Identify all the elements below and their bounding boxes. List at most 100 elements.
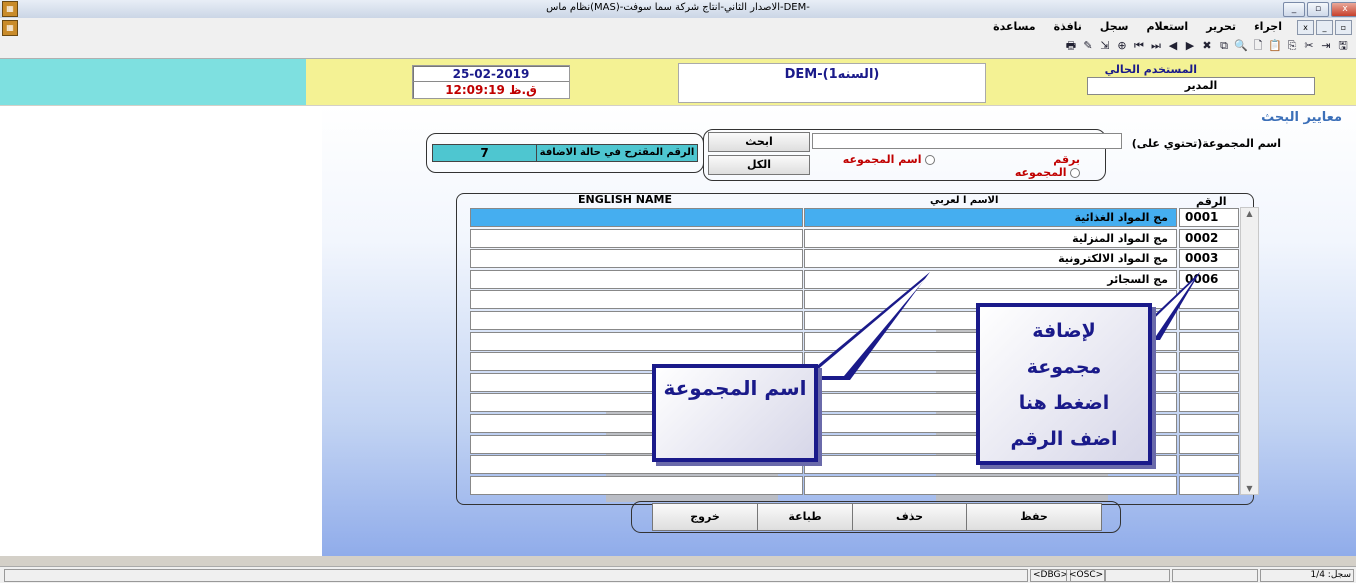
mdi-restore-button[interactable]: ▫	[1335, 20, 1352, 35]
last-icon[interactable]: ⏭	[1149, 39, 1163, 53]
cell-arabic[interactable]: مج المواد المنزلية	[804, 229, 1177, 248]
search-button[interactable]: ابحث	[708, 132, 810, 152]
time-value: 12:09:19 ق.ظ	[445, 83, 537, 97]
exit-button[interactable]: خروج	[652, 503, 758, 531]
callout-line-1: لإضافة	[1032, 320, 1096, 342]
cell-english[interactable]	[470, 311, 803, 330]
scroll-down-icon[interactable]: ▼	[1241, 484, 1258, 493]
cell-number[interactable]: 0001	[1179, 208, 1239, 227]
menu-query[interactable]: استعلام	[1144, 20, 1190, 33]
callout-add-group: لإضافة مجموعة اضغط هنا اضف الرقم	[976, 303, 1152, 465]
exit-icon[interactable]: ⇥	[1319, 39, 1333, 53]
callout-line-2: مجموعة	[1026, 356, 1102, 378]
duplicate-icon[interactable]: ⧉	[1217, 39, 1231, 53]
radio-by-number[interactable]: برقم المجموعه	[1000, 153, 1080, 179]
left-blank-area	[0, 106, 322, 556]
cell-number[interactable]	[1179, 373, 1239, 392]
status-field	[1104, 569, 1170, 582]
cell-english[interactable]	[470, 332, 803, 351]
group-name-input[interactable]	[812, 133, 1122, 149]
group-name-label: اسم المجموعة(تحتوي على)	[1131, 137, 1281, 150]
cell-number[interactable]	[1179, 476, 1239, 495]
menu-edit[interactable]: تحرير	[1204, 20, 1238, 33]
paste-icon[interactable]: 📋	[1268, 39, 1282, 53]
export-icon[interactable]: ⇲	[1098, 39, 1112, 53]
cell-number[interactable]	[1179, 393, 1239, 412]
menu-action[interactable]: اجراء	[1252, 20, 1284, 33]
status-record: سجل: 1/4	[1260, 569, 1354, 582]
cell-english[interactable]	[470, 249, 803, 268]
toolbar: 🖫 ⇥ ✂ ⎘ 📋 🗋 🔍 ⧉ ✖ ▶ ◀ ⏭ ⏮ ⊕ ⇲ ✎ 🖶	[0, 36, 1356, 59]
table-row[interactable]: مج المواد الالكترونية 0003	[470, 249, 1239, 269]
mdi-minimize-button[interactable]: _	[1316, 20, 1333, 35]
mdi-close-button[interactable]: x	[1297, 20, 1314, 35]
menu-help[interactable]: مساعدة	[991, 20, 1038, 33]
new-icon[interactable]: 🗋	[1251, 39, 1265, 53]
status-dbg: <DBG>	[1030, 569, 1072, 582]
status-bar: <DBG> <OSC> سجل: 1/4	[0, 566, 1356, 583]
current-user-label: المستخدم الحالي	[1104, 63, 1197, 76]
save-icon[interactable]: 🖫	[1336, 39, 1350, 53]
query-icon[interactable]: 🔍	[1234, 39, 1248, 53]
cell-number[interactable]	[1179, 435, 1239, 454]
save-button[interactable]: حفظ	[966, 503, 1102, 531]
header-strip: 25-02-2019 12:09:19 ق.ظ DEM-(السنه1) الم…	[0, 59, 1356, 105]
prev-icon[interactable]: ◀	[1166, 39, 1180, 53]
company-box: DEM-(السنه1)	[678, 63, 986, 103]
next-icon[interactable]: ▶	[1183, 39, 1197, 53]
status-message	[4, 569, 1028, 582]
cell-english[interactable]	[470, 476, 803, 495]
suggested-number-value: 7	[432, 144, 537, 162]
cell-english[interactable]	[470, 270, 803, 289]
company-name: DEM-(السنه1)	[784, 67, 880, 82]
print-button[interactable]: طباعة	[757, 503, 853, 531]
cell-arabic[interactable]: مج المواد الالكترونية	[804, 249, 1177, 268]
all-button[interactable]: الكل	[708, 155, 810, 175]
column-header-arabic: الاسم ا لعربي	[930, 195, 999, 206]
callout-line-4: اضف الرقم	[1010, 428, 1118, 450]
radio-by-name-label: اسم المجموعه	[842, 153, 922, 166]
suggested-number-label: الرقم المقترح في حالة الاضافة	[536, 144, 698, 162]
copy-icon[interactable]: ⎘	[1285, 39, 1299, 53]
table-row[interactable]: مج المواد المنزلية 0002	[470, 229, 1239, 249]
delete-icon[interactable]: ✖	[1200, 39, 1214, 53]
cell-number[interactable]	[1179, 455, 1239, 474]
column-header-number: الرقم	[1196, 195, 1227, 208]
menu-bar: ▦ اجراء تحرير استعلام سجل نافذة مساعدة x…	[0, 18, 1356, 36]
cell-english[interactable]	[470, 208, 803, 227]
maximize-button[interactable]: ▫	[1307, 2, 1329, 17]
cell-number[interactable]: 0003	[1179, 249, 1239, 268]
radio-by-name[interactable]: اسم المجموعه	[840, 153, 935, 166]
mdi-controls: x _ ▫	[1297, 20, 1352, 35]
cell-arabic[interactable]: مج المواد الغذائية	[804, 208, 1177, 227]
close-button[interactable]: x	[1331, 2, 1356, 17]
first-icon[interactable]: ⏮	[1132, 39, 1146, 53]
table-row[interactable]: مج المواد الغذائية 0001	[470, 208, 1239, 228]
current-user-value: المدير	[1087, 77, 1315, 95]
cell-english[interactable]	[470, 229, 803, 248]
cell-number[interactable]	[1179, 414, 1239, 433]
delete-button[interactable]: حذف	[852, 503, 967, 531]
menu-window[interactable]: نافذة	[1052, 20, 1084, 33]
datetime-box: 25-02-2019 12:09:19 ق.ظ	[412, 65, 570, 99]
scroll-up-icon[interactable]: ▲	[1241, 209, 1258, 218]
cut-icon[interactable]: ✂	[1302, 39, 1316, 53]
cell-arabic[interactable]	[804, 476, 1177, 495]
table-scrollbar[interactable]: ▲ ▼	[1240, 207, 1259, 495]
menu-record[interactable]: سجل	[1098, 20, 1131, 33]
callout-line-3: اضغط هنا	[1018, 392, 1110, 414]
current-user-box: المستخدم الحالي المدير	[986, 63, 1322, 95]
cell-number[interactable]: 0002	[1179, 229, 1239, 248]
minimize-button[interactable]: _	[1283, 2, 1305, 17]
status-field-2	[1172, 569, 1258, 582]
menu-items: اجراء تحرير استعلام سجل نافذة مساعدة	[991, 20, 1284, 33]
find-icon[interactable]: ✎	[1081, 39, 1095, 53]
insert-icon[interactable]: ⊕	[1115, 39, 1129, 53]
title-bar: ▦ نظام ماس(MAS)-الاصدار الثاني-انتاج شرك…	[0, 0, 1356, 19]
table-row[interactable]	[470, 476, 1239, 496]
cell-english[interactable]	[470, 290, 803, 309]
cell-number[interactable]	[1179, 352, 1239, 371]
print-icon[interactable]: 🖶	[1064, 39, 1078, 53]
radio-circle-icon	[925, 155, 935, 165]
header-left-panel	[0, 59, 306, 105]
